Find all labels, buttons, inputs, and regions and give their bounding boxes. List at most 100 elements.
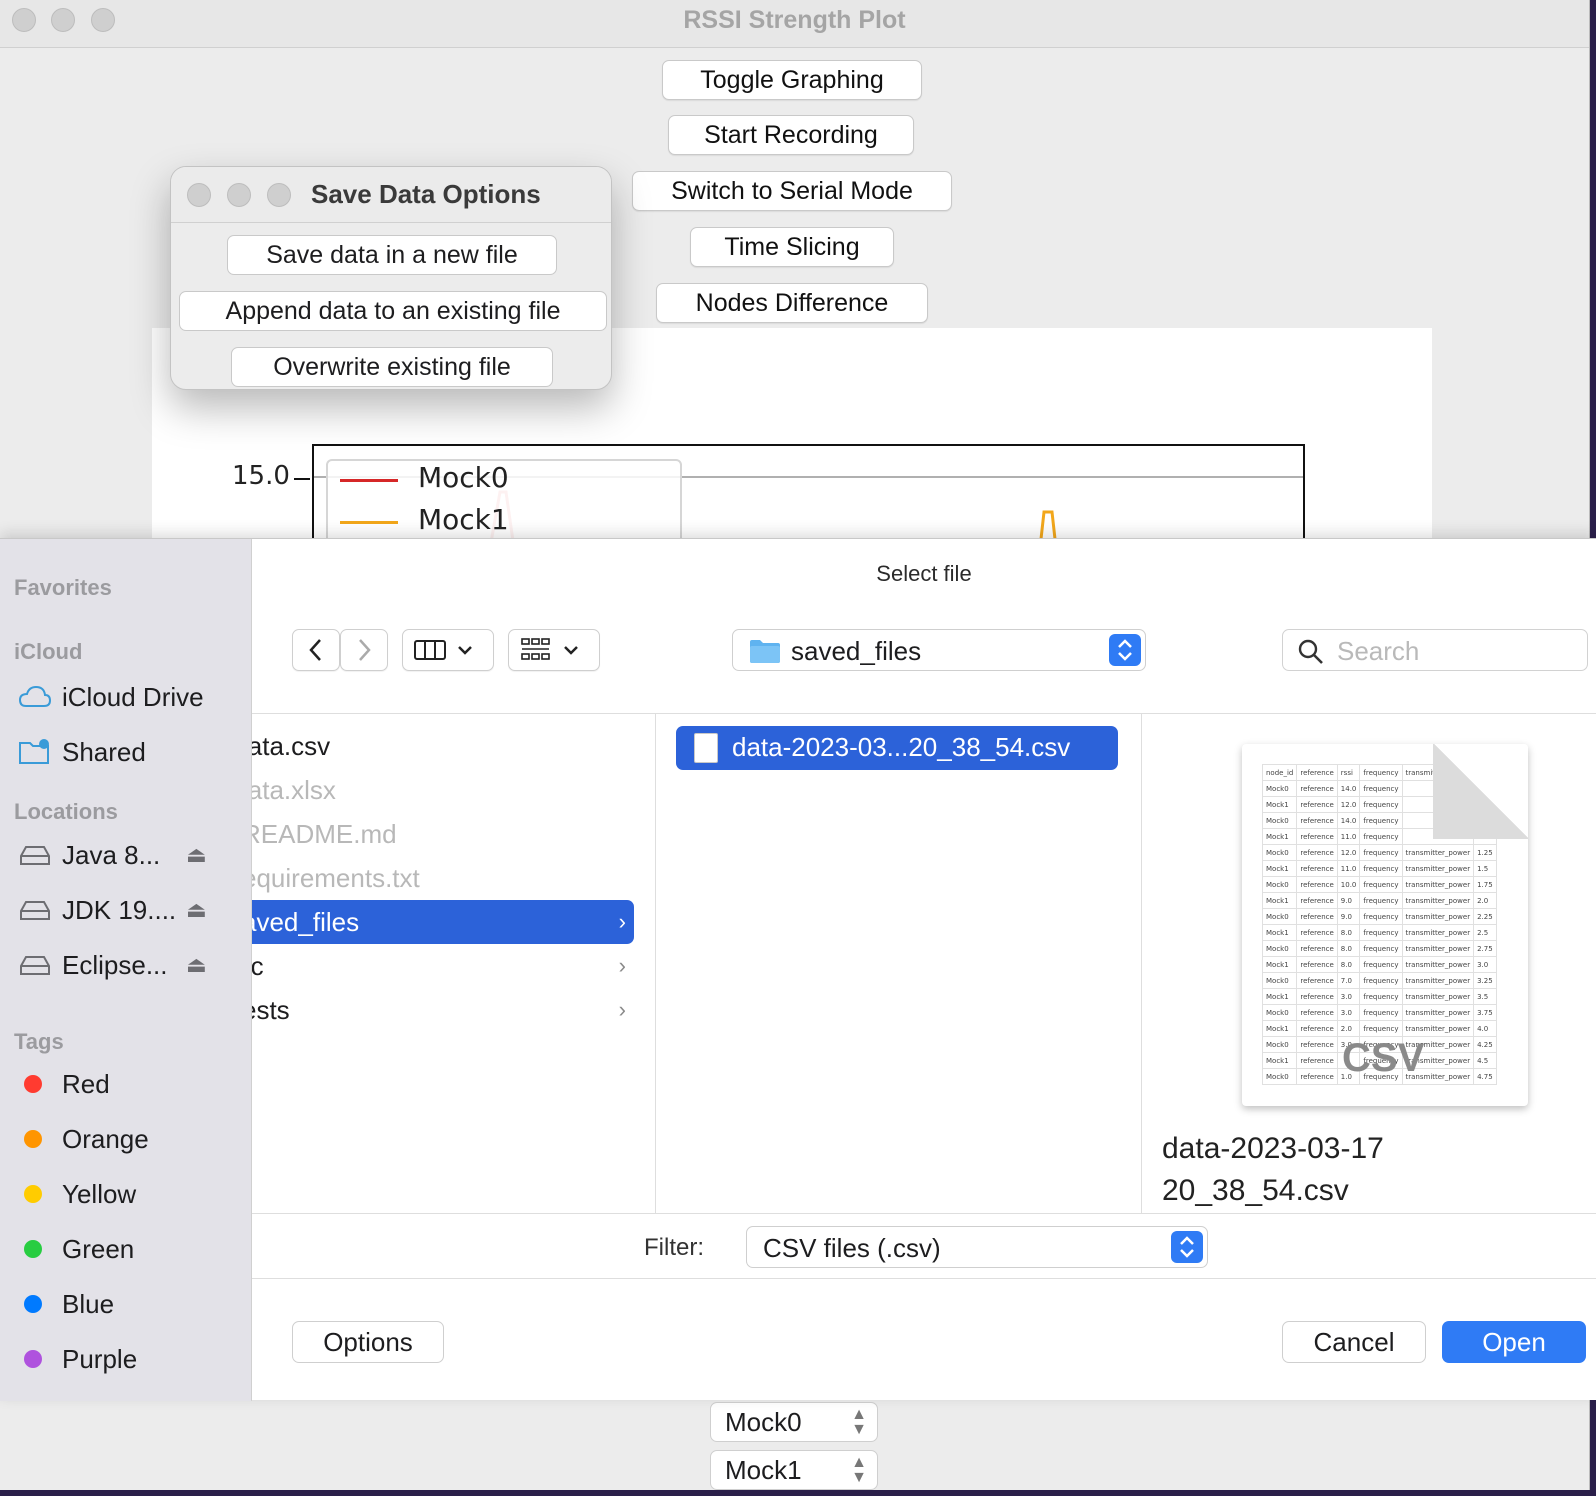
options-button[interactable]: Options — [292, 1321, 444, 1363]
preview-cell: Mock1 — [1261, 892, 1298, 909]
path-popup[interactable]: saved_files — [732, 629, 1146, 671]
search-field[interactable]: Search — [1282, 629, 1588, 671]
preview-cell: reference — [1296, 828, 1338, 845]
sidebar-item-label: Green — [62, 1233, 135, 1264]
bottom-controls: Mock0 ▲ ▼ Mock1 ▲ ▼ — [0, 1400, 1589, 1490]
popup-zoom-button[interactable] — [267, 183, 291, 207]
eject-icon[interactable]: ⏏ — [186, 897, 207, 923]
sidebar-item-icloud-drive[interactable]: iCloud Drive — [0, 677, 251, 717]
back-button[interactable] — [292, 629, 340, 671]
preview-cell: 1.75 — [1473, 876, 1497, 893]
preview-cell: frequency — [1359, 924, 1403, 941]
save-new-file-button[interactable]: Save data in a new file — [227, 235, 557, 275]
preview-row: Mock1 reference 8.0 frequency transmitter_po… — [1261, 956, 1497, 973]
file-row[interactable]: lata.csv — [252, 724, 634, 768]
preview-cell: transmitter_power — [1401, 876, 1475, 893]
node-select-1[interactable]: Mock0 ▲ ▼ — [710, 1402, 878, 1442]
filter-select[interactable]: CSV files (.csv) — [746, 1226, 1208, 1268]
file-name: README.md — [252, 818, 397, 849]
chevron-left-icon — [309, 639, 321, 661]
sidebar-item-shared[interactable]: Shared — [0, 732, 251, 772]
preview-cell: Mock1 — [1261, 1020, 1298, 1037]
preview-cell: 3.0 — [1336, 1004, 1361, 1021]
preview-cell: Mock0 — [1261, 1036, 1298, 1053]
preview-row: Mock0 reference 3.0 frequency transmitter_po… — [1261, 1004, 1497, 1021]
save-data-options-window: Save Data Options Save data in a new fil… — [170, 166, 612, 390]
preview-cell: Mock0 — [1261, 1068, 1298, 1085]
updown-arrows-icon: ▲ ▼ — [851, 1454, 867, 1486]
sidebar-section-favorites: Favorites — [14, 575, 112, 600]
preview-cell: 4.5 — [1473, 1052, 1497, 1069]
sidebar-item-location-2[interactable]: JDK 19.... ⏏ — [0, 890, 251, 930]
chevron-right-icon — [359, 639, 371, 661]
preview-cell: Mock1 — [1261, 860, 1298, 877]
preview-cell: reference — [1296, 876, 1338, 893]
file-row: lata.xlsx — [252, 768, 634, 812]
preview-cell: Mock0 — [1261, 780, 1298, 797]
eject-icon[interactable]: ⏏ — [186, 842, 207, 868]
preview-cell: transmitter_power — [1401, 908, 1475, 925]
preview-cell: 2.5 — [1473, 924, 1497, 941]
columns-view-icon — [414, 640, 472, 660]
preview-cell: 9.0 — [1336, 892, 1361, 909]
open-button[interactable]: Open — [1442, 1321, 1586, 1363]
preview-cell: frequency — [1359, 796, 1403, 813]
forward-button[interactable] — [340, 629, 388, 671]
sidebar-tag-green[interactable]: Green — [0, 1229, 251, 1269]
preview-cell: 4.25 — [1473, 1036, 1497, 1053]
preview-row: Mock0 reference 9.0 frequency transmitter_po… — [1261, 908, 1497, 925]
folder-row[interactable]: ests › — [252, 988, 634, 1032]
preview-cell: frequency — [1359, 764, 1403, 781]
preview-cell: transmitter_power — [1401, 1004, 1475, 1021]
preview-cell: frequency — [1359, 828, 1403, 845]
sidebar-tag-yellow[interactable]: Yellow — [0, 1174, 251, 1214]
file-browser: lata.csv lata.xlsx README.md equirements… — [252, 713, 1596, 1214]
preview-cell: reference — [1296, 796, 1338, 813]
preview-cell: transmitter_power — [1401, 940, 1475, 957]
eject-icon[interactable]: ⏏ — [186, 952, 207, 978]
preview-cell: 4.75 — [1473, 1068, 1497, 1085]
preview-cell: transmitter_power — [1401, 988, 1475, 1005]
sidebar-section-locations: Locations — [14, 799, 118, 824]
overwrite-file-button[interactable]: Overwrite existing file — [231, 347, 553, 387]
folder-row[interactable]: rc › — [252, 944, 634, 988]
preview-cell: transmitter_power — [1401, 844, 1475, 861]
node-select-2-value: Mock1 — [725, 1454, 802, 1485]
group-by-button[interactable] — [508, 629, 600, 671]
filter-bar: Filter: CSV files (.csv) — [252, 1213, 1596, 1279]
popup-close-button[interactable] — [187, 183, 211, 207]
append-existing-file-button[interactable]: Append data to an existing file — [179, 291, 607, 331]
sidebar-tag-red[interactable]: Red — [0, 1064, 251, 1104]
preview-cell: reference — [1296, 940, 1338, 957]
preview-cell: frequency — [1359, 780, 1403, 797]
preview-cell: reference — [1296, 972, 1338, 989]
preview-row: Mock0 reference 12.0 frequency transmitter_p… — [1261, 844, 1497, 861]
preview-row: Mock1 reference 9.0 frequency transmitter_po… — [1261, 892, 1497, 909]
file-name: data-2023-03...20_38_54.csv — [732, 732, 1071, 762]
preview-cell: frequency — [1359, 972, 1403, 989]
node-select-2[interactable]: Mock1 ▲ ▼ — [710, 1450, 878, 1490]
preview-cell: Mock0 — [1261, 972, 1298, 989]
sidebar-item-location-3[interactable]: Eclipse... ⏏ — [0, 945, 251, 985]
filter-value: CSV files (.csv) — [763, 1233, 941, 1263]
preview-cell: Mock0 — [1261, 940, 1298, 957]
popup-minimize-button[interactable] — [227, 183, 251, 207]
dialog-sidebar: Favorites iCloud iCloud Drive Shared Loc… — [0, 539, 252, 1401]
preview-cell: 8.0 — [1336, 924, 1361, 941]
sidebar-tag-purple[interactable]: Purple — [0, 1339, 251, 1379]
selected-file-row[interactable]: data-2023-03...20_38_54.csv — [676, 726, 1118, 770]
preview-cell: frequency — [1359, 860, 1403, 877]
preview-cell: Mock1 — [1261, 956, 1298, 973]
view-mode-button[interactable] — [402, 629, 494, 671]
file-name: lata.xlsx — [252, 774, 336, 805]
preview-cell: 2.0 — [1336, 1020, 1361, 1037]
sidebar-tag-orange[interactable]: Orange — [0, 1119, 251, 1159]
preview-cell: transmitter_power — [1401, 1020, 1475, 1037]
sidebar-tag-blue[interactable]: Blue — [0, 1284, 251, 1324]
search-placeholder: Search — [1337, 636, 1420, 666]
cancel-button[interactable]: Cancel — [1282, 1321, 1426, 1363]
updown-arrows-icon: ▲ ▼ — [851, 1406, 867, 1438]
preview-cell: 1.25 — [1473, 844, 1497, 861]
folder-row-selected[interactable]: aved_files › — [252, 900, 634, 944]
sidebar-item-location-1[interactable]: Java 8... ⏏ — [0, 835, 251, 875]
